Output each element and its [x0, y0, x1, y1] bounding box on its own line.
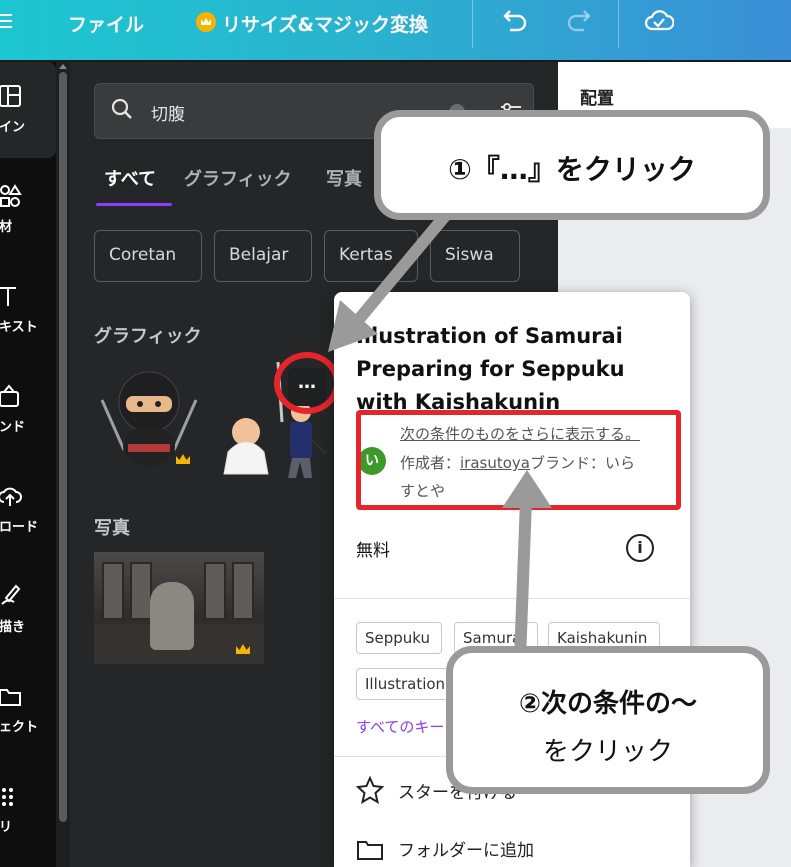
rail-item-projects[interactable]: ジェクト — [0, 662, 56, 758]
rail-label: ジェクト — [0, 720, 39, 735]
undo-icon[interactable] — [500, 10, 528, 34]
folder-icon[interactable] — [356, 836, 384, 864]
callout-step-2-line2: をクリック — [542, 737, 673, 767]
rail-label: プロード — [0, 520, 39, 535]
tab-graphics[interactable]: グラフィック — [184, 165, 292, 191]
rail-label: ランド — [0, 420, 26, 435]
photo-thumbnail[interactable] — [94, 552, 264, 664]
rail-item-brand[interactable]: ランド — [0, 362, 56, 458]
rail-label: 素材 — [0, 220, 13, 235]
info-icon[interactable]: i — [626, 534, 654, 562]
section-title-graphics: グラフィック — [94, 326, 202, 347]
rail-label: プリ — [0, 820, 13, 835]
redo-icon[interactable] — [566, 10, 594, 34]
price-label: 無料 — [356, 541, 390, 561]
tab-photos[interactable]: 写真 — [326, 165, 362, 191]
search-value[interactable]: 切腹 — [151, 100, 185, 125]
rail-item-apps[interactable]: プリ — [0, 762, 56, 858]
brand-icon — [0, 384, 19, 407]
highlight-circle — [274, 352, 340, 414]
scrollbar-thumb[interactable] — [59, 72, 67, 822]
elements-icon — [0, 184, 22, 207]
keyword-chip[interactable]: Seppuku — [356, 622, 442, 654]
callout-step-2-line1: ②次の条件の～ — [518, 689, 697, 719]
chip-kertas[interactable]: Kertas — [324, 230, 418, 282]
file-menu[interactable]: ファイル — [68, 10, 144, 37]
rail-item-text[interactable]: テキスト — [0, 262, 56, 358]
scroll-up-icon[interactable] — [59, 64, 67, 69]
section-title-photos: 写真 — [94, 518, 130, 539]
chip-siswa[interactable]: Siswa — [430, 230, 520, 282]
callout-step-2: ②次の条件の～ をクリック — [446, 646, 770, 794]
upload-icon — [0, 487, 22, 506]
menu-icon[interactable] — [0, 14, 12, 30]
folder-icon — [0, 689, 21, 706]
layout-icon — [0, 85, 21, 107]
chip-coretan[interactable]: Coretan — [94, 230, 202, 282]
divider — [618, 0, 619, 48]
crown-icon — [196, 12, 216, 32]
active-tab-indicator — [96, 203, 172, 206]
chip-belajar[interactable]: Belajar — [214, 230, 312, 282]
popup-title: Illustration of Samurai Preparing for Se… — [356, 324, 625, 414]
position-panel-title: 配置 — [580, 89, 614, 109]
left-rail: ザイン 素材 テキスト ランド プロード 絵描き — [0, 62, 56, 867]
rail-item-design[interactable]: ザイン — [0, 62, 56, 158]
draw-icon — [1, 584, 21, 605]
callout-step-1-text: ①『…』をクリック — [448, 153, 696, 186]
rail-label: ザイン — [0, 120, 26, 135]
top-bar: ファイル リサイズ&マジック変換 — [0, 0, 791, 60]
rail-label: テキスト — [0, 320, 38, 335]
highlight-box — [356, 410, 681, 510]
cloud-saved-icon[interactable] — [644, 8, 674, 34]
resize-button[interactable]: リサイズ&マジック変換 — [222, 10, 428, 37]
add-to-folder-menu-item[interactable]: フォルダーに追加 — [398, 836, 534, 861]
apps-icon — [2, 788, 13, 806]
ninja-graphic[interactable] — [94, 360, 204, 470]
keyword-chip[interactable]: Illustration — [356, 668, 450, 700]
star-icon[interactable] — [356, 776, 384, 804]
tab-all[interactable]: すべて — [104, 165, 156, 191]
rail-label: 絵描き — [0, 620, 26, 635]
rail-item-elements[interactable]: 素材 — [0, 162, 56, 258]
divider — [334, 598, 690, 599]
divider — [472, 0, 473, 48]
callout-step-1: ①『…』をクリック — [374, 110, 770, 220]
search-icon — [111, 98, 132, 119]
text-icon — [0, 287, 16, 306]
rail-item-upload[interactable]: プロード — [0, 462, 56, 558]
rail-item-draw[interactable]: 絵描き — [0, 562, 56, 658]
